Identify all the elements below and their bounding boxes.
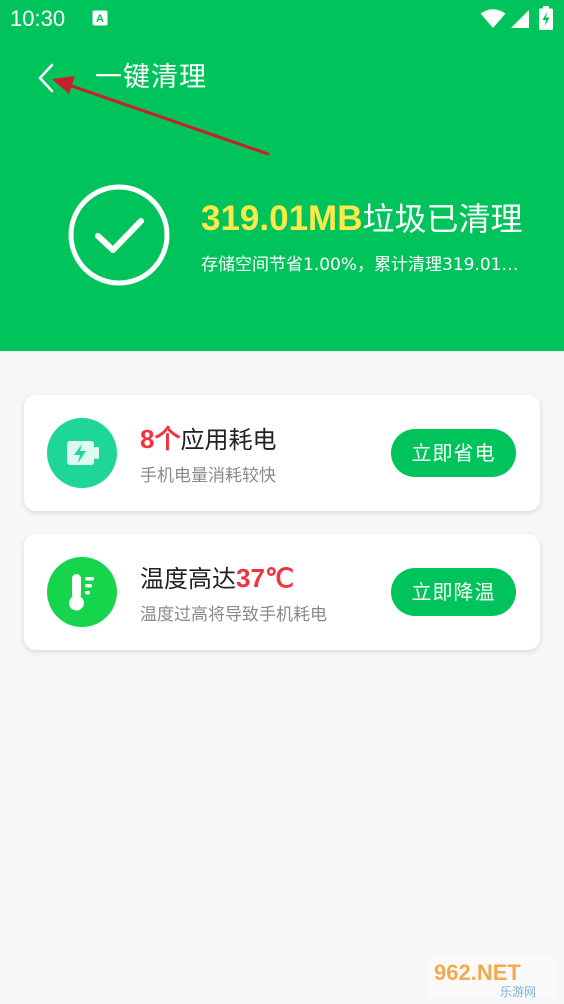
thermometer-icon <box>69 574 94 611</box>
temperature-card-description: 温度过高将导致手机耗电 <box>140 605 327 625</box>
svg-text:A: A <box>96 13 104 25</box>
status-bar: 10:30 A <box>0 0 564 40</box>
battery-card-title: 8个应用耗电 <box>140 421 276 458</box>
cleaned-status: 垃圾已清理 <box>362 200 523 238</box>
battery-bolt-icon <box>67 441 99 465</box>
temperature-card-title: 温度高达37℃ <box>140 560 294 597</box>
battery-card-description: 手机电量消耗较快 <box>140 466 276 486</box>
temperature-card: 温度高达37℃ 温度过高将导致手机耗电 立即降温 <box>24 534 540 650</box>
cleaned-amount: 319.01MB <box>201 199 363 238</box>
clean-summary: 存储空间节省1.00%，累计清理319.01… <box>201 255 519 275</box>
header-panel: 10:30 A 一键清理 319.01MB垃圾已清理 存储空间节省1.00%，累… <box>0 0 564 351</box>
watermark-text: 962.NET <box>434 960 521 985</box>
annotation-arrow <box>52 76 270 156</box>
watermark-subtext: 乐游网 <box>500 985 536 999</box>
clean-result-headline: 319.01MB垃圾已清理 <box>201 196 523 242</box>
battery-charging-icon <box>539 6 553 30</box>
signal-icon <box>511 10 529 28</box>
battery-usage-card: 8个应用耗电 手机电量消耗较快 立即省电 <box>24 395 540 511</box>
battery-app-count: 8个 <box>140 424 181 454</box>
battery-card-title-text: 应用耗电 <box>180 426 277 454</box>
thermometer-icon-badge <box>47 557 117 627</box>
battery-icon-badge <box>47 418 117 488</box>
status-time: 10:30 <box>10 6 66 31</box>
wifi-icon <box>480 9 506 28</box>
temperature-value: 37℃ <box>236 563 295 593</box>
save-power-button[interactable]: 立即省电 <box>391 429 516 477</box>
a-notification-icon: A <box>92 10 108 26</box>
site-watermark-logo: 962.NET 乐游网 <box>428 958 556 999</box>
temperature-card-title-text: 温度高达 <box>140 565 236 593</box>
cool-down-button[interactable]: 立即降温 <box>391 568 516 616</box>
check-circle-icon <box>68 184 170 286</box>
